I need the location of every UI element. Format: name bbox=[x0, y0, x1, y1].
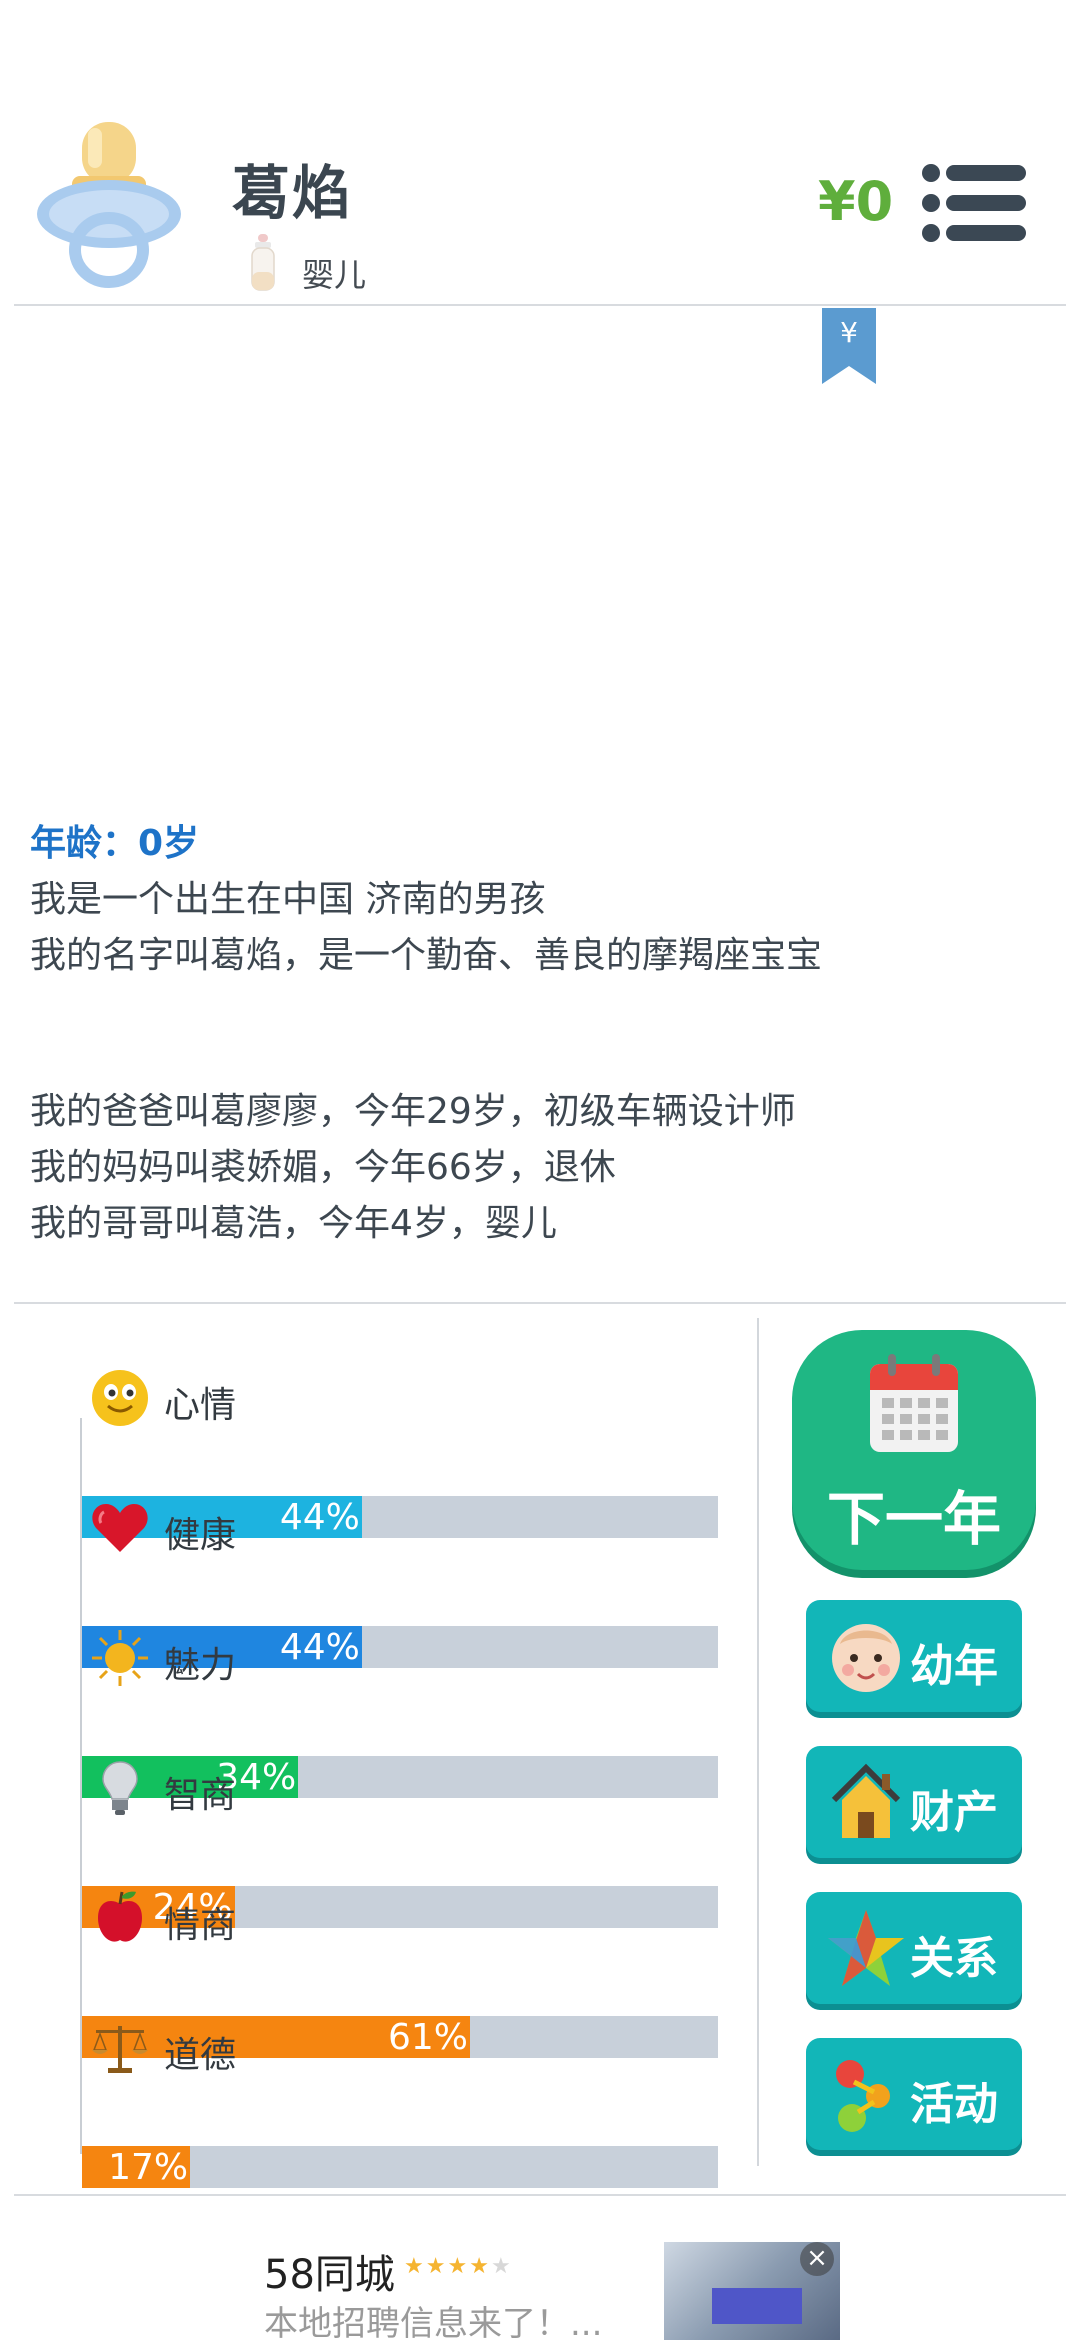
money-balance: ¥0 bbox=[818, 170, 894, 233]
childhood-label: 幼年 bbox=[910, 1641, 998, 1692]
story-line: 我的哥哥叫葛浩，今年4岁，婴儿 bbox=[30, 1203, 557, 1244]
next-year-button[interactable]: 下一年 bbox=[792, 1330, 1036, 1570]
activities-label: 活动 bbox=[910, 2079, 998, 2130]
stat-bar-fill: 17% bbox=[82, 2146, 191, 2188]
smiley-icon bbox=[92, 1370, 148, 1426]
star-icon bbox=[828, 1910, 904, 1986]
life-stage-label: 婴儿 bbox=[302, 256, 367, 294]
ad-banner[interactable]: 58同城 ★★★★★ 本地招聘信息来了！... × bbox=[0, 2196, 1080, 2344]
header-divider bbox=[14, 304, 1066, 306]
star-icon: ★ bbox=[469, 2254, 491, 2279]
stat-label: 魅力 bbox=[164, 1645, 237, 1686]
stat-iq: 智商 24% bbox=[82, 1758, 718, 1928]
pacifier-avatar-icon bbox=[37, 122, 181, 288]
header: 葛焰 婴儿 ¥0 bbox=[0, 0, 1080, 306]
stat-eq: 情商 61% bbox=[82, 1888, 718, 2058]
star-icon: ★ bbox=[447, 2254, 470, 2279]
property-button[interactable]: 财产 bbox=[806, 1746, 1022, 1858]
ad-rating: ★★★★★ bbox=[404, 2254, 513, 2279]
property-label: 财产 bbox=[910, 1787, 998, 1838]
stats-panel: 心情 44% 健康 44% 魅力 34% 智商 24% 情商 61% 道德 17… bbox=[0, 1304, 760, 2188]
story-line: 我的名字叫葛焰，是一个勤奋、善良的摩羯座宝宝 bbox=[30, 935, 823, 976]
age-line: 年龄：0岁 bbox=[30, 823, 200, 864]
stat-label: 健康 bbox=[164, 1515, 237, 1556]
star-icon: ★ bbox=[404, 2254, 426, 2279]
money-bookmark-button[interactable]: ¥ bbox=[822, 308, 876, 384]
scales-icon bbox=[92, 2026, 148, 2073]
apple-icon bbox=[98, 1891, 142, 1942]
house-icon bbox=[831, 1763, 901, 1838]
stat-percent: 17% bbox=[108, 2147, 189, 2188]
heart-icon bbox=[92, 1504, 148, 1552]
stat-label: 情商 bbox=[164, 1905, 237, 1946]
menu-list-icon[interactable] bbox=[922, 164, 1026, 242]
stat-mood: 心情 44% bbox=[82, 1368, 718, 1538]
story-line: 我是一个出生在中国 济南的男孩 bbox=[30, 879, 546, 920]
calendar-icon bbox=[870, 1354, 958, 1452]
stat-label: 道德 bbox=[164, 2035, 237, 2076]
character-name: 葛焰 bbox=[232, 159, 353, 227]
story-line: 我的妈妈叫裘娇媚，今年66岁，退休 bbox=[30, 1147, 616, 1188]
lightbulb-icon bbox=[102, 1761, 138, 1815]
childhood-button[interactable]: 幼年 bbox=[806, 1600, 1022, 1712]
baby-face-icon bbox=[832, 1624, 900, 1692]
ad-brand: 58同城 bbox=[264, 2252, 395, 2298]
activities-dots-icon bbox=[836, 2060, 890, 2132]
baby-bottle-icon bbox=[251, 234, 275, 291]
stat-health: 健康 44% bbox=[82, 1498, 718, 1668]
star-icon: ★ bbox=[425, 2254, 448, 2279]
stat-label: 心情 bbox=[164, 1385, 237, 1426]
story-line: 我的爸爸叫葛廖廖，今年29岁，初级车辆设计师 bbox=[30, 1091, 796, 1132]
sun-icon bbox=[92, 1630, 148, 1686]
bookmark-icon: ¥ bbox=[822, 308, 876, 384]
ad-close-button[interactable]: × bbox=[800, 2242, 834, 2276]
relations-label: 关系 bbox=[910, 1933, 998, 1984]
ad-description: 本地招聘信息来了！... bbox=[264, 2304, 603, 2344]
life-story: 年龄：0岁 我是一个出生在中国 济南的男孩 我的名字叫葛焰，是一个勤奋、善良的摩… bbox=[30, 816, 1060, 1252]
svg-text:¥: ¥ bbox=[840, 316, 858, 349]
activities-button[interactable]: 活动 bbox=[806, 2038, 1022, 2150]
panel-divider bbox=[757, 1318, 759, 2166]
ad-image-badge bbox=[712, 2288, 802, 2324]
stat-label: 智商 bbox=[164, 1775, 237, 1816]
star-icon: ★ bbox=[490, 2254, 513, 2279]
stat-morality: 道德 17% bbox=[82, 2018, 718, 2188]
next-year-label: 下一年 bbox=[826, 1485, 1001, 1553]
stat-charm: 魅力 34% bbox=[82, 1628, 718, 1798]
relations-button[interactable]: 关系 bbox=[806, 1892, 1022, 2004]
stat-bar: 17% bbox=[82, 2146, 718, 2188]
